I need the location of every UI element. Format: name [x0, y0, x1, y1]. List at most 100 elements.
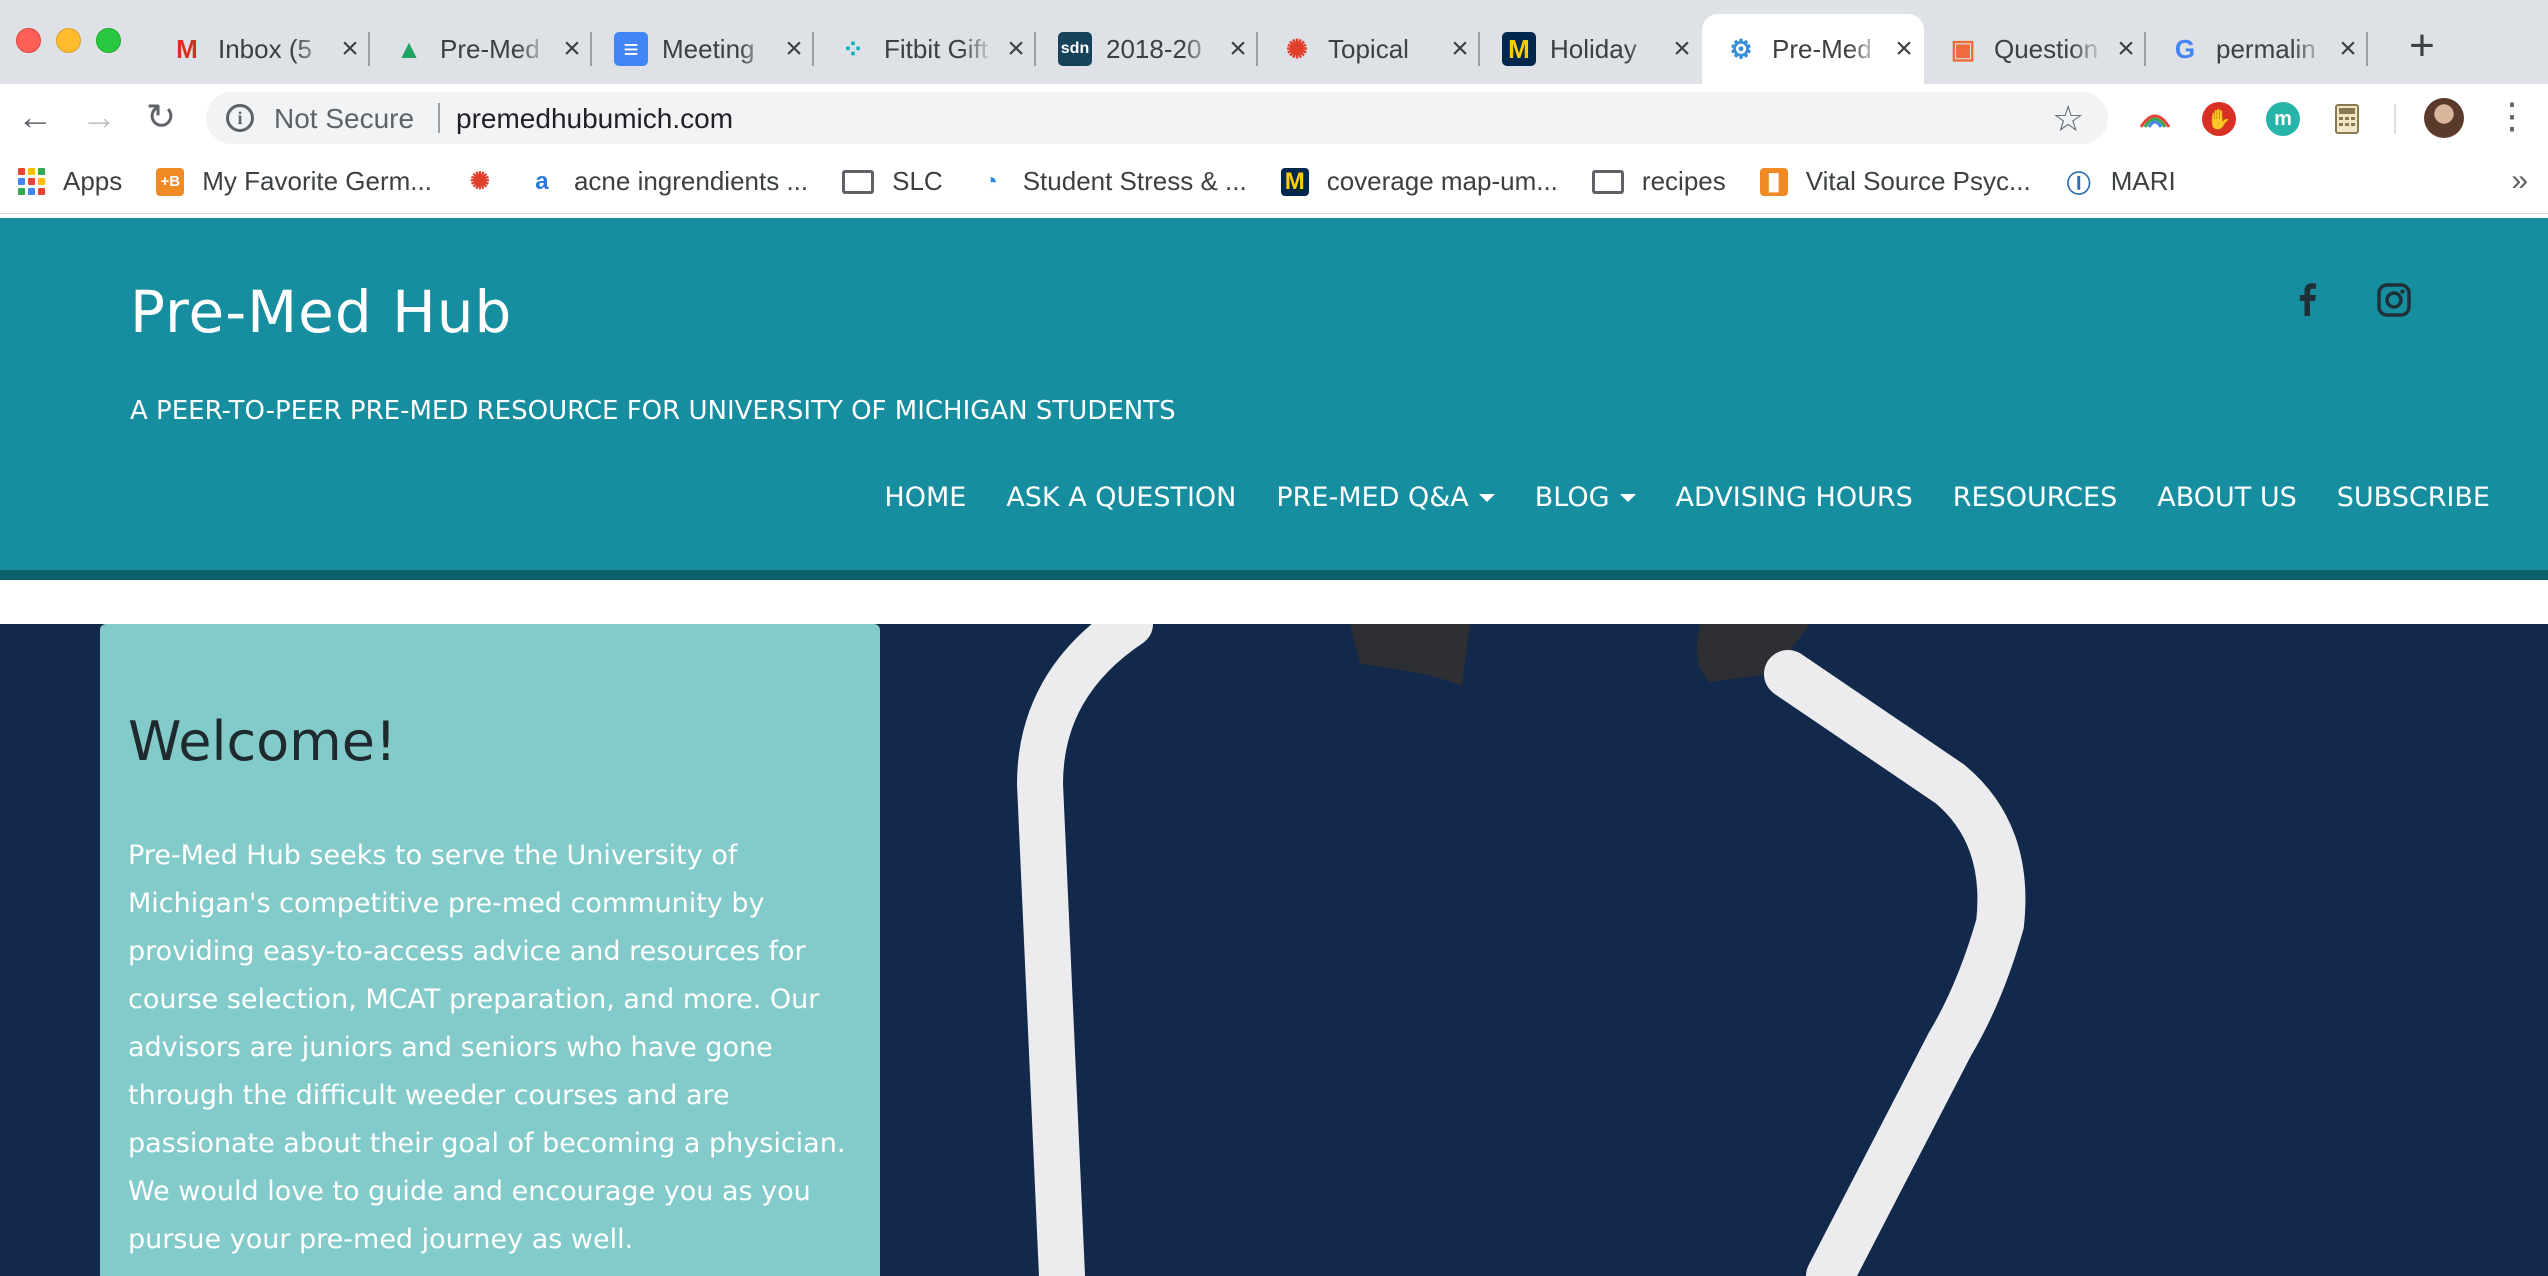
tab-title: Pre-Med: [1772, 33, 1872, 64]
tab-close-icon[interactable]: ×: [1002, 34, 1030, 64]
bookmark-item[interactable]: ◔ Student Stress & ...: [977, 166, 1246, 197]
illustration-shadow-left: [1350, 624, 1470, 686]
window-minimize-button[interactable]: [56, 28, 81, 53]
tab-close-icon[interactable]: ×: [1446, 34, 1474, 64]
bookmark-item[interactable]: a acne ingrendients ...: [528, 166, 808, 197]
nav-item-label: ADVISING HOURS: [1675, 482, 1913, 513]
tab-close-icon[interactable]: ×: [780, 34, 808, 64]
tab-close-icon[interactable]: ×: [1890, 34, 1918, 64]
address-divider: [438, 103, 440, 133]
bookmarks-bar: Apps +B My Favorite Germ... ✺ a acne ingrendi…: [0, 150, 2548, 214]
url-text[interactable]: premedhubumich.com: [456, 103, 733, 135]
nav-item-advising-hours[interactable]: ADVISING HOURS: [1676, 482, 1913, 513]
nav-item-label: PRE-MED Q&A: [1276, 482, 1469, 513]
stethoscope-tube-right: [1764, 650, 2026, 1276]
amazon-icon: a: [535, 167, 549, 195]
forward-button[interactable]: →: [78, 96, 120, 138]
nav-item-blog[interactable]: BLOG: [1535, 482, 1636, 513]
rainbow-extension-icon[interactable]: [2138, 102, 2172, 136]
welcome-card: Welcome! Pre-Med Hub seeks to serve the …: [100, 624, 880, 1276]
tab-close-icon[interactable]: ×: [1668, 34, 1696, 64]
umich-icon: M: [1280, 167, 1309, 196]
browser-tab-strip: M Inbox (5 × ▲ Pre-Med × ≡ Meeting × ⁘ Fitbit Gift…: [0, 0, 2548, 84]
plus-b-icon: +B: [156, 167, 185, 196]
browser-menu-icon[interactable]: ⋮: [2494, 94, 2530, 138]
bookmarks-overflow-button[interactable]: »: [2511, 164, 2528, 198]
adblock-extension-icon[interactable]: ✋: [2202, 102, 2236, 136]
bookmark-item[interactable]: Mcoverage map-um...: [1280, 166, 1558, 197]
bookmark-item[interactable]: +B My Favorite Germ...: [156, 166, 432, 197]
bookmark-item[interactable]: SLC: [842, 166, 943, 197]
bookmark-label: recipes: [1641, 166, 1726, 196]
tab-title: 2018-20: [1106, 33, 1202, 64]
nav-item-home[interactable]: HOME: [884, 482, 966, 513]
new-tab-button[interactable]: +: [2402, 24, 2442, 68]
tab-close-icon[interactable]: ×: [558, 34, 586, 64]
bookmark-label: SLC: [892, 166, 943, 196]
apps-grid-icon: [18, 168, 45, 195]
instagram-icon[interactable]: [2374, 280, 2414, 320]
nav-item-about-us[interactable]: ABOUT US: [2157, 482, 2297, 513]
back-button[interactable]: ←: [14, 96, 56, 138]
bookmark-label: MARI: [2110, 166, 2176, 196]
nav-item-resources[interactable]: RESOURCES: [1953, 482, 2117, 513]
premedhub-icon: ⚙: [1729, 33, 1753, 64]
browser-tab[interactable]: ⁘ Fitbit Gift ×: [814, 14, 1036, 84]
browser-tab[interactable]: ⚙ Pre-Med ×: [1702, 14, 1924, 84]
browser-tab[interactable]: M Inbox (5 ×: [148, 14, 370, 84]
profile-avatar[interactable]: [2424, 98, 2464, 138]
dropdown-caret-icon: [1478, 493, 1495, 502]
info-icon[interactable]: i: [226, 104, 254, 132]
browser-tab[interactable]: ▣ Question ×: [1924, 14, 2146, 84]
browser-tab[interactable]: ≡ Meeting ×: [592, 14, 814, 84]
nav-item-label: BLOG: [1534, 482, 1610, 513]
fitbit-icon: ⁘: [842, 33, 864, 64]
browser-toolbar: ← → ↻ i Not Secure premedhubumich.com ☆ …: [0, 84, 2548, 150]
browser-tab[interactable]: M Holiday ×: [1480, 14, 1702, 84]
bookmark-item[interactable]: ✺: [466, 168, 494, 196]
tab-close-icon[interactable]: ×: [336, 34, 364, 64]
bookmark-item[interactable]: Apps: [18, 166, 122, 197]
facebook-icon[interactable]: [2288, 280, 2328, 320]
tab-close-icon[interactable]: ×: [2112, 34, 2140, 64]
browser-tab[interactable]: ✺ Topical ×: [1258, 14, 1480, 84]
browser-tab[interactable]: ▲ Pre-Med ×: [370, 14, 592, 84]
forms-icon: ▣: [1950, 33, 1976, 64]
welcome-heading: Welcome!: [128, 710, 397, 773]
address-bar[interactable]: i Not Secure premedhubumich.com ☆: [206, 92, 2108, 144]
nav-item-label: ABOUT US: [2157, 482, 2297, 513]
nav-item-subscribe[interactable]: SUBSCRIBE: [2337, 482, 2490, 513]
tab-title: Meeting: [662, 33, 755, 64]
nav-item-label: RESOURCES: [1952, 482, 2118, 513]
nav-item-pre-med-q-a[interactable]: PRE-MED Q&A: [1276, 482, 1495, 513]
dropdown-caret-icon: [1619, 493, 1636, 502]
window-close-button[interactable]: [16, 28, 41, 53]
bookmark-label: Vital Source Psyc...: [1805, 166, 2031, 196]
site-title[interactable]: Pre-Med Hub: [130, 278, 512, 346]
tab-title: Question: [1994, 33, 2099, 64]
tab-title: Holiday: [1550, 33, 1637, 64]
nav-item-ask-a-question[interactable]: ASK A QUESTION: [1006, 482, 1236, 513]
nav-item-label: SUBSCRIBE: [2336, 482, 2490, 513]
welcome-description: Pre-Med Hub seeks to serve the Universit…: [128, 840, 846, 1255]
tab-close-icon[interactable]: ×: [1224, 34, 1252, 64]
browser-tab[interactable]: Gpermalin ×: [2146, 14, 2368, 84]
google-docs-icon: ≡: [614, 32, 648, 66]
tab-close-icon[interactable]: ×: [2334, 34, 2362, 64]
calculator-extension-icon[interactable]: [2330, 102, 2364, 136]
bookmark-item[interactable]: Ⓘ MARI: [2065, 166, 2176, 198]
tab-separator: [2366, 32, 2368, 66]
hero-section: Welcome! Pre-Med Hub seeks to serve the …: [0, 624, 2548, 1276]
browser-tab[interactable]: sdn 2018-20 ×: [1036, 14, 1258, 84]
bookmark-item[interactable]: recipes: [1591, 166, 1726, 197]
bookmark-item[interactable]: ▮ Vital Source Psyc...: [1759, 166, 2031, 197]
bookmark-star-icon[interactable]: ☆: [2052, 98, 2084, 140]
toolbar-divider: [2394, 104, 2396, 134]
mendeley-extension-icon[interactable]: m: [2266, 102, 2300, 136]
nav-item-label: ASK A QUESTION: [1006, 482, 1237, 513]
bookmark-label: acne ingrendients ...: [573, 166, 809, 196]
reload-button[interactable]: ↻: [140, 96, 182, 138]
tab-title: Topical: [1328, 33, 1409, 64]
security-label[interactable]: Not Secure: [274, 103, 414, 135]
window-maximize-button[interactable]: [96, 28, 121, 53]
